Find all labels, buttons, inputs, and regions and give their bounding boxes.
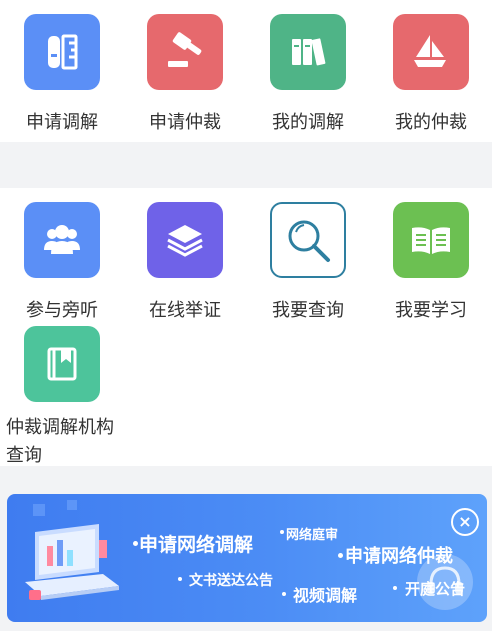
bullet-dot bbox=[133, 541, 138, 546]
promo-banner[interactable]: 申请网络调解 网络庭审 申请网络仲裁 文书送达公告 视频调解 开庭公告 × bbox=[7, 494, 487, 622]
books-icon bbox=[270, 14, 346, 90]
tile-label: 仲裁调解机构查询 bbox=[6, 417, 114, 466]
tile-label: 我要学习 bbox=[395, 300, 467, 321]
open-book-icon bbox=[393, 202, 469, 278]
service-section-secondary: 参与旁听 在线举证 我要查询 我要学习 仲裁调解机构查询 bbox=[0, 188, 492, 466]
banner-item-online-hearing[interactable]: 网络庭审 bbox=[286, 524, 338, 543]
bullet-dot bbox=[178, 577, 182, 581]
sailboat-icon bbox=[393, 14, 469, 90]
customer-service-icon[interactable] bbox=[417, 554, 473, 610]
tile-label: 我要查询 bbox=[272, 300, 344, 321]
banner-item-video-mediation[interactable]: 视频调解 bbox=[293, 582, 357, 606]
tile-label: 我的仲裁 bbox=[395, 112, 467, 133]
bookmark-book-icon bbox=[24, 326, 100, 402]
service-section-primary: 申请调解 申请仲裁 我的调解 我的仲裁 bbox=[0, 0, 492, 142]
bullet-dot bbox=[282, 592, 286, 596]
tile-label: 我的调解 bbox=[272, 112, 344, 133]
banner-item-document-service-notice[interactable]: 文书送达公告 bbox=[189, 570, 273, 590]
banner-item-apply-online-mediation[interactable]: 申请网络调解 bbox=[139, 530, 253, 557]
tile-label: 参与旁听 bbox=[26, 300, 98, 321]
bullet-dot bbox=[280, 530, 284, 534]
people-icon bbox=[24, 202, 100, 278]
bullet-dot bbox=[393, 586, 397, 590]
gavel-icon bbox=[147, 14, 223, 90]
layers-icon bbox=[147, 202, 223, 278]
close-banner-button[interactable]: × bbox=[451, 508, 479, 536]
document-ruler-icon bbox=[24, 14, 100, 90]
tile-label: 申请仲裁 bbox=[149, 112, 221, 133]
bullet-dot bbox=[338, 553, 343, 558]
tile-label: 申请调解 bbox=[26, 112, 98, 133]
magnifier-icon bbox=[270, 202, 346, 278]
laptop-illustration-icon bbox=[25, 500, 119, 600]
tile-label: 在线举证 bbox=[149, 300, 221, 321]
